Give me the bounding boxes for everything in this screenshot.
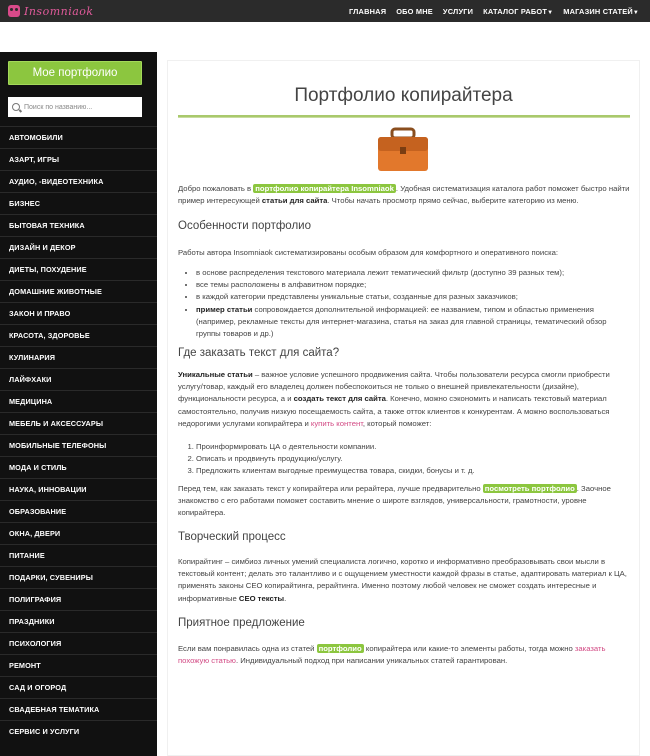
process-bold: СЕО тексты (238, 593, 285, 603)
sidebar-category-item[interactable]: ДИЗАЙН И ДЕКОР (0, 236, 157, 258)
sidebar-category-item[interactable]: АЗАРТ, ИГРЫ (0, 148, 157, 170)
before-paragraph: Перед тем, как заказать текст у копирайт… (178, 483, 633, 520)
offer-text-1: Если вам понравилась одна из статей (178, 644, 317, 653)
portfolio-highlight-link[interactable]: портфолио копирайтера Insomniaok (253, 184, 396, 193)
list-item: в основе распределения текстового матери… (196, 267, 633, 279)
list-item: пример статьи сопровождается дополнитель… (196, 304, 633, 341)
my-portfolio-button[interactable]: Мое портфолио (8, 61, 142, 85)
owl-logo-icon (8, 5, 20, 17)
content-card: Портфолио копирайтера Добро пожаловать в… (167, 60, 640, 756)
list-item: все темы расположены в алфавитном порядк… (196, 279, 633, 291)
feature4-bold: пример статьи (196, 304, 253, 314)
sidebar-category-item[interactable]: НАУКА, ИННОВАЦИИ (0, 478, 157, 500)
portfolio-link[interactable]: портфолио (316, 644, 364, 653)
search-icon (12, 103, 20, 111)
sidebar: Мое портфолио АВТОМОБИЛИАЗАРТ, ИГРЫАУДИО… (0, 52, 157, 756)
nav-shop-label: МАГАЗИН СТАТЕЙ (563, 6, 633, 16)
list-item: Проинформировать ЦА о деятельности компа… (196, 441, 633, 453)
sidebar-category-item[interactable]: БЫТОВАЯ ТЕХНИКА (0, 214, 157, 236)
sidebar-category-item[interactable]: ПСИХОЛОГИЯ (0, 632, 157, 654)
intro-paragraph: Добро пожаловать в портфолио копирайтера… (178, 183, 633, 207)
logo-text: Insomniaok (24, 4, 94, 18)
sidebar-category-item[interactable]: МЕБЕЛЬ И АКСЕССУАРЫ (0, 412, 157, 434)
title-underline (178, 115, 630, 118)
features-intro: Работы автора Insomniaok систематизирова… (178, 248, 559, 257)
order-paragraph: Уникальные статьи – важное условие успеш… (178, 369, 633, 430)
sidebar-category-item[interactable]: ПОДАРКИ, СУВЕНИРЫ (0, 566, 157, 588)
chevron-down-icon: ▼ (547, 9, 554, 16)
sidebar-category-item[interactable]: МОБИЛЬНЫЕ ТЕЛЕФОНЫ (0, 434, 157, 456)
nav-services[interactable]: УСЛУГИ (438, 7, 478, 16)
sidebar-category-item[interactable]: МОДА И СТИЛЬ (0, 456, 157, 478)
sidebar-category-item[interactable]: ПОЛИГРАФИЯ (0, 588, 157, 610)
sidebar-category-item[interactable]: РЕМОНТ (0, 654, 157, 676)
nav-home[interactable]: ГЛАВНАЯ (344, 7, 391, 16)
sidebar-category-item[interactable]: ОКНА, ДВЕРИ (0, 522, 157, 544)
sidebar-category-item[interactable]: МЕДИЦИНА (0, 390, 157, 412)
category-list: АВТОМОБИЛИ АЗАРТ, ИГРЫ АУДИО, -ВИДЕОТЕХНИК… (0, 126, 157, 742)
main-content: Портфолио копирайтера Добро пожаловать в… (157, 52, 650, 756)
top-navigation-bar: Insomniaok ГЛАВНАЯ ОБО МНЕ УСЛУГИ КАТАЛО… (0, 0, 650, 22)
sidebar-category-item[interactable]: ПИТАНИЕ (0, 544, 157, 566)
offer-heading: Приятное предложение (178, 617, 305, 629)
intro-text-1: Добро пожаловать в (178, 184, 254, 193)
process-heading: Творческий процесс (178, 531, 286, 543)
sidebar-category-item[interactable]: ДИЕТЫ, ПОХУДЕНИЕ (0, 258, 157, 280)
feature4-text: сопровождается дополнительной информацие… (196, 304, 607, 339)
sidebar-category-item[interactable]: АУДИО, -ВИДЕОТЕХНИКА (0, 170, 157, 192)
before-text-1: Перед тем, как заказать текст у копирайт… (178, 484, 483, 493)
features-list: в основе распределения текстового матери… (178, 267, 633, 340)
main-nav: ГЛАВНАЯ ОБО МНЕ УСЛУГИ КАТАЛОГ РАБОТ▼ МА… (344, 7, 644, 16)
page-title: Портфолио копирайтера (294, 85, 513, 106)
sidebar-category-item[interactable]: КУЛИНАРИЯ (0, 346, 157, 368)
search-box (8, 97, 142, 117)
offer-text-3: . Индивидуальный подход при написании ун… (235, 656, 508, 666)
order-heading: Где заказать текст для сайта? (178, 347, 340, 359)
view-portfolio-link[interactable]: посмотреть портфолио (482, 484, 577, 493)
nav-catalog[interactable]: КАТАЛОГ РАБОТ▼ (478, 7, 558, 16)
offer-text-2: копирайтера или какие-то элементы работы… (363, 644, 575, 653)
sidebar-category-item[interactable]: БИЗНЕС (0, 192, 157, 214)
sidebar-category-item[interactable]: ПРАЗДНИКИ (0, 610, 157, 632)
site-logo[interactable]: Insomniaok (8, 0, 94, 22)
sidebar-category-item[interactable]: ЗАКОН И ПРАВО (0, 302, 157, 324)
briefcase-icon (378, 127, 428, 171)
sidebar-category-item[interactable]: ЛАЙФХАКИ (0, 368, 157, 390)
sidebar-category-item[interactable]: АВТОМОБИЛИ (0, 126, 157, 148)
order-bold-1: Уникальные статьи (178, 370, 253, 379)
list-item: Предложить клиентам выгодные преимуществ… (196, 465, 633, 477)
nav-about[interactable]: ОБО МНЕ (391, 7, 438, 16)
process-paragraph: Копирайтинг – симбиоз личных умений спец… (178, 556, 633, 605)
list-item: Описать и продвинуть продукцию/услугу. (196, 453, 633, 465)
sidebar-category-item[interactable]: ОБРАЗОВАНИЕ (0, 500, 157, 522)
buy-content-link[interactable]: купить контент (311, 419, 363, 428)
order-bold-2: создать текст для сайта (293, 394, 386, 404)
order-list: Проинформировать ЦА о деятельности компа… (178, 441, 633, 478)
features-heading: Особенности портфолио (178, 220, 311, 232)
sidebar-category-item[interactable]: СВАДЕБНАЯ ТЕМАТИКА (0, 698, 157, 720)
list-item: в каждой категории представлены уникальн… (196, 291, 633, 303)
sidebar-category-item[interactable]: СЕРВИС И УСЛУГИ (0, 720, 157, 742)
intro-text-3: . Чтобы начать просмотр прямо сейчас, вы… (327, 196, 579, 206)
offer-paragraph: Если вам понравилась одна из статей порт… (178, 643, 633, 667)
intro-bold: статьи для сайта (261, 196, 328, 206)
sidebar-category-item[interactable]: ДОМАШНИЕ ЖИВОТНЫЕ (0, 280, 157, 302)
search-input[interactable] (24, 103, 134, 111)
sidebar-category-item[interactable]: КРАСОТА, ЗДОРОВЬЕ (0, 324, 157, 346)
sidebar-category-item[interactable]: САД И ОГОРОД (0, 676, 157, 698)
nav-catalog-label: КАТАЛОГ РАБОТ (483, 6, 548, 16)
chevron-down-icon: ▼ (632, 9, 639, 16)
nav-shop[interactable]: МАГАЗИН СТАТЕЙ▼ (558, 7, 644, 16)
process-text-2: . (284, 593, 287, 603)
order-text-3: , который поможет: (362, 418, 432, 428)
